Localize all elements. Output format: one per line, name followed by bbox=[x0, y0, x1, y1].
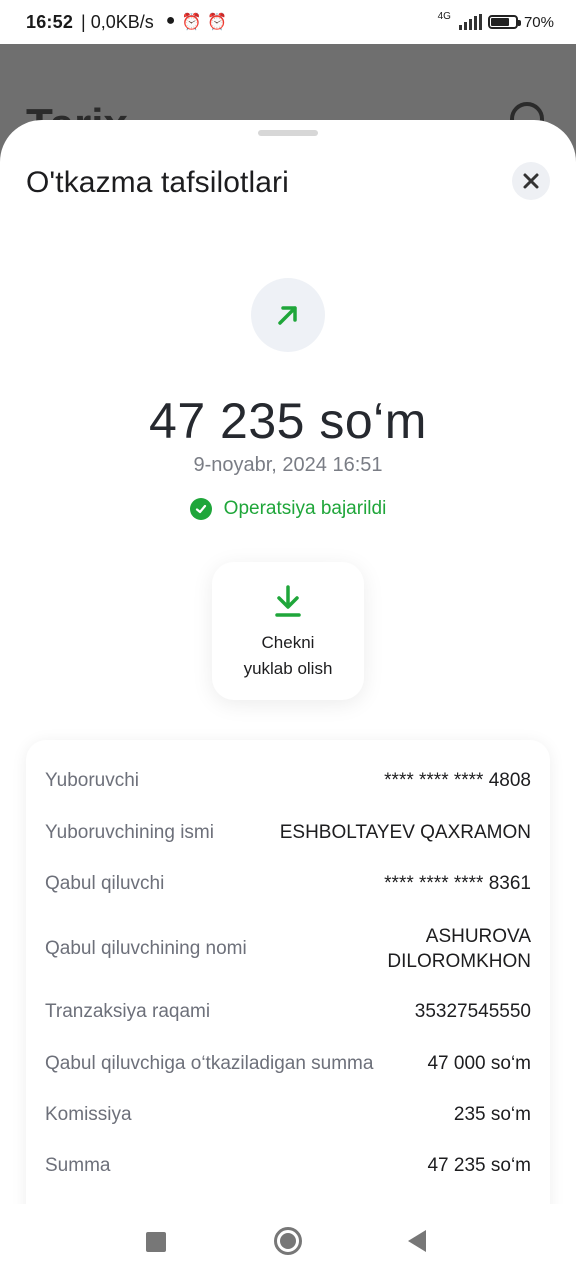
detail-label: Summa bbox=[45, 1155, 111, 1176]
download-label-line1: Chekni bbox=[261, 633, 315, 652]
sheet-title: O'tkazma tafsilotlari bbox=[26, 166, 289, 199]
details-card: Yuboruvchi **** **** **** 4808 Yuboruvch… bbox=[26, 740, 550, 1280]
battery-percent: 70% bbox=[523, 13, 554, 31]
detail-label: Komissiya bbox=[45, 1104, 132, 1125]
network-speed: | 0,0KB/s bbox=[81, 11, 154, 32]
detail-label: Yuboruvchi bbox=[45, 770, 140, 791]
back-icon[interactable] bbox=[408, 1230, 426, 1252]
status-time: 16:52 bbox=[26, 11, 74, 32]
download-label-line2: yuklab olish bbox=[243, 659, 333, 678]
detail-row-sender: Yuboruvchi **** **** **** 4808 bbox=[45, 770, 531, 792]
detail-value: 47 235 so‘m bbox=[427, 1155, 531, 1176]
signal-icon bbox=[458, 14, 482, 30]
transfer-status: Operatsiya bajarildi bbox=[0, 498, 576, 520]
detail-value: **** **** **** 4808 bbox=[384, 770, 531, 791]
detail-value: **** **** **** 8361 bbox=[384, 873, 531, 894]
detail-row-total: Summa 47 235 so‘m bbox=[45, 1155, 531, 1177]
detail-label: Tranzaksiya raqami bbox=[45, 1001, 211, 1022]
detail-value: 47 000 so‘m bbox=[427, 1053, 531, 1074]
check-circle-icon bbox=[189, 498, 212, 520]
status-right: 4G 70% bbox=[437, 11, 554, 31]
detail-value-line1: ASHUROVA bbox=[425, 926, 531, 947]
home-icon[interactable] bbox=[274, 1227, 302, 1255]
transfer-direction-badge bbox=[251, 278, 325, 352]
notification-icons: ● ⏰ ⏰ bbox=[166, 12, 228, 32]
network-type: 4G bbox=[437, 11, 451, 22]
transfer-details-sheet: O'tkazma tafsilotlari 47 235 so‘m 9-noya… bbox=[0, 120, 576, 1280]
download-receipt-button[interactable]: Chekni yuklab olish bbox=[212, 562, 364, 700]
detail-value: ASHUROVA DILOROMKHON bbox=[387, 924, 531, 974]
transfer-datetime: 9-noyabr, 2024 16:51 bbox=[193, 454, 383, 476]
detail-value: ESHBOLTAYEV QAXRAMON bbox=[279, 822, 531, 843]
detail-label: Qabul qiluvchi bbox=[45, 873, 165, 894]
status-text: Operatsiya bajarildi bbox=[223, 498, 387, 519]
detail-value: 235 so‘m bbox=[453, 1104, 531, 1125]
alarm-icon: ⏰ bbox=[207, 14, 228, 31]
download-receipt-label: Chekni yuklab olish bbox=[223, 630, 353, 682]
detail-label: Yuboruvchining ismi bbox=[45, 822, 214, 843]
detail-row-recipient-name: Qabul qiluvchining nomi ASHUROVA DILOROM… bbox=[45, 924, 531, 974]
detail-row-transaction-id: Tranzaksiya raqami 35327545550 bbox=[45, 1001, 531, 1023]
status-left: 16:52 | 0,0KB/s ● ⏰ ⏰ bbox=[26, 12, 227, 33]
download-icon bbox=[275, 585, 301, 617]
detail-row-recipient-amount: Qabul qiluvchiga o‘tkaziladigan summa 47… bbox=[45, 1053, 531, 1075]
detail-row-commission: Komissiya 235 so‘m bbox=[45, 1104, 531, 1126]
arrow-up-right-icon bbox=[278, 306, 297, 325]
battery-icon bbox=[487, 15, 521, 29]
recents-icon[interactable] bbox=[146, 1232, 166, 1252]
detail-label: Qabul qiluvchiga o‘tkaziladigan summa bbox=[45, 1053, 374, 1074]
detail-value: 35327545550 bbox=[414, 1001, 531, 1022]
detail-label: Qabul qiluvchining nomi bbox=[45, 938, 247, 959]
close-icon bbox=[523, 173, 539, 189]
detail-row-recipient: Qabul qiluvchi **** **** **** 8361 bbox=[45, 873, 531, 895]
alarm-icon: ⏰ bbox=[181, 14, 202, 31]
sheet-handle[interactable] bbox=[258, 130, 318, 136]
close-button[interactable] bbox=[512, 162, 550, 200]
system-nav-bar bbox=[0, 1204, 576, 1280]
detail-row-sender-name: Yuboruvchining ismi ESHBOLTAYEV QAXRAMON bbox=[45, 822, 531, 844]
status-bar: 16:52 | 0,0KB/s ● ⏰ ⏰ 4G 70% bbox=[0, 0, 576, 44]
transfer-amount: 47 235 so‘m bbox=[149, 393, 427, 449]
detail-value-line2: DILOROMKHON bbox=[387, 951, 531, 972]
chat-icon: ● bbox=[165, 12, 176, 29]
